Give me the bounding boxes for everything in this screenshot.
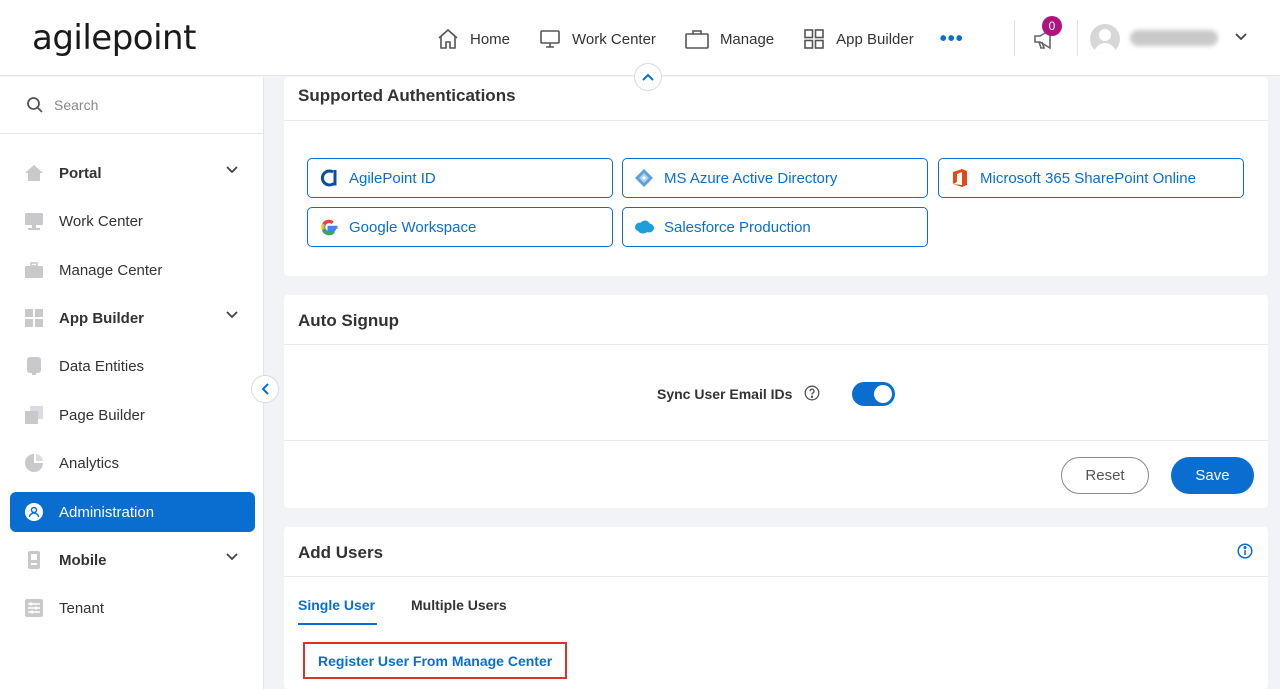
home-icon	[24, 163, 44, 183]
main-nav: Home Work Center Manage App Builder •••	[436, 24, 964, 54]
database-icon	[24, 356, 44, 376]
auth-label: AgilePoint ID	[349, 169, 436, 187]
chevron-down-icon[interactable]	[1234, 32, 1248, 42]
header-divider	[1077, 20, 1078, 56]
sidebar-item-page-builder[interactable]: Page Builder	[10, 395, 255, 435]
chevron-down-icon[interactable]	[225, 165, 239, 175]
sidebar-item-administration[interactable]: Administration	[10, 492, 255, 532]
pie-chart-icon	[24, 453, 44, 473]
nav-app-builder[interactable]: App Builder	[802, 27, 914, 51]
sidebar-item-label: Data Entities	[59, 357, 145, 375]
auth-agilepoint-id[interactable]: AgilePoint ID	[307, 158, 613, 198]
chevron-down-icon[interactable]	[225, 552, 239, 562]
sync-user-email-toggle[interactable]	[852, 382, 895, 406]
grid-icon	[804, 29, 824, 49]
divider	[284, 344, 1268, 345]
collapse-header-button[interactable]	[634, 63, 662, 91]
auth-ms-azure-ad[interactable]: MS Azure Active Directory	[622, 158, 928, 198]
sidebar: Search Portal Work Center Manage Center …	[0, 77, 264, 689]
sidebar-search[interactable]: Search	[0, 77, 264, 134]
auth-google-workspace[interactable]: Google Workspace	[307, 207, 613, 247]
auth-label: Salesforce Production	[664, 218, 811, 236]
auth-label: Microsoft 365 SharePoint Online	[980, 169, 1196, 187]
auth-microsoft-365-sharepoint[interactable]: Microsoft 365 SharePoint Online	[938, 158, 1244, 198]
sidebar-item-label: Administration	[59, 503, 155, 521]
avatar[interactable]	[1090, 24, 1120, 54]
chevron-left-icon	[261, 383, 269, 395]
nav-work-center-label: Work Center	[572, 30, 656, 48]
info-icon[interactable]	[1237, 543, 1253, 559]
sidebar-item-label: Analytics	[59, 454, 120, 472]
search-input[interactable]: Search	[54, 97, 98, 113]
more-menu-button[interactable]: •••	[940, 28, 964, 51]
divider	[284, 440, 1268, 441]
sidebar-item-label: Work Center	[59, 212, 143, 230]
section-title: Auto Signup	[298, 311, 400, 330]
monitor-icon	[540, 30, 560, 48]
nav-app-builder-label: App Builder	[836, 30, 914, 48]
sliders-icon	[24, 598, 44, 618]
auth-label: MS Azure Active Directory	[664, 169, 838, 187]
sidebar-item-tenant[interactable]: Tenant	[10, 588, 255, 628]
sidebar-item-label: App Builder	[59, 309, 144, 327]
nav-home-label: Home	[470, 30, 511, 48]
salesforce-logo-icon	[633, 216, 655, 238]
chevron-down-icon[interactable]	[225, 310, 239, 320]
sidebar-item-work-center[interactable]: Work Center	[10, 201, 255, 241]
supported-authentications-card: Supported Authentications AgilePoint ID …	[284, 77, 1268, 276]
briefcase-icon	[685, 30, 709, 49]
mobile-icon	[24, 550, 44, 570]
agilepoint-logo[interactable]: agilepoint	[32, 18, 196, 58]
sidebar-item-label: Page Builder	[59, 406, 145, 424]
add-users-card: Add Users Single User Multiple Users Reg…	[284, 527, 1268, 689]
auth-label: Google Workspace	[349, 218, 477, 236]
register-user-from-manage-center-link[interactable]: Register User From Manage Center	[303, 642, 567, 679]
divider	[284, 576, 1268, 577]
nav-home[interactable]: Home	[436, 27, 510, 51]
collapse-sidebar-button[interactable]	[251, 375, 279, 403]
sidebar-item-analytics[interactable]: Analytics	[10, 443, 255, 483]
sync-user-email-label: Sync User Email IDs	[657, 386, 793, 402]
username-blurred	[1130, 30, 1218, 46]
divider	[284, 120, 1268, 121]
admin-icon	[24, 502, 44, 522]
help-icon[interactable]	[804, 385, 820, 401]
azure-ad-logo-icon	[633, 167, 655, 189]
tab-single-user[interactable]: Single User	[298, 597, 375, 613]
sidebar-item-label: Portal	[59, 164, 102, 182]
reset-button[interactable]: Reset	[1061, 457, 1149, 494]
agilepoint-logo-icon	[318, 167, 340, 189]
sidebar-item-label: Manage Center	[59, 261, 163, 279]
nav-manage-label: Manage	[719, 30, 775, 48]
active-tab-indicator	[298, 623, 377, 625]
section-title: Add Users	[298, 543, 384, 562]
sidebar-item-manage-center[interactable]: Manage Center	[10, 250, 255, 290]
nav-manage[interactable]: Manage	[684, 27, 774, 51]
briefcase-icon	[24, 260, 44, 280]
nav-work-center[interactable]: Work Center	[538, 27, 656, 51]
sidebar-item-portal[interactable]: Portal	[10, 153, 255, 193]
pages-icon	[24, 405, 44, 425]
tab-multiple-users[interactable]: Multiple Users	[411, 597, 507, 613]
grid-icon	[24, 308, 44, 328]
notification-badge: 0	[1042, 16, 1062, 36]
sidebar-item-mobile[interactable]: Mobile	[10, 540, 255, 580]
auth-salesforce-production[interactable]: Salesforce Production	[622, 207, 928, 247]
chevron-up-icon	[642, 73, 654, 81]
header-divider	[1014, 20, 1015, 56]
sidebar-item-app-builder[interactable]: App Builder	[10, 298, 255, 338]
sidebar-item-label: Tenant	[59, 599, 105, 617]
search-icon	[27, 97, 43, 113]
office365-logo-icon	[949, 167, 971, 189]
section-title: Supported Authentications	[298, 86, 516, 105]
save-button[interactable]: Save	[1171, 457, 1254, 494]
monitor-icon	[24, 211, 44, 231]
home-icon	[438, 28, 458, 49]
sidebar-item-label: Mobile	[59, 551, 107, 569]
sidebar-item-data-entities[interactable]: Data Entities	[10, 346, 255, 386]
auto-signup-card: Auto Signup Sync User Email IDs Reset Sa…	[284, 295, 1268, 508]
google-logo-icon	[318, 216, 340, 238]
